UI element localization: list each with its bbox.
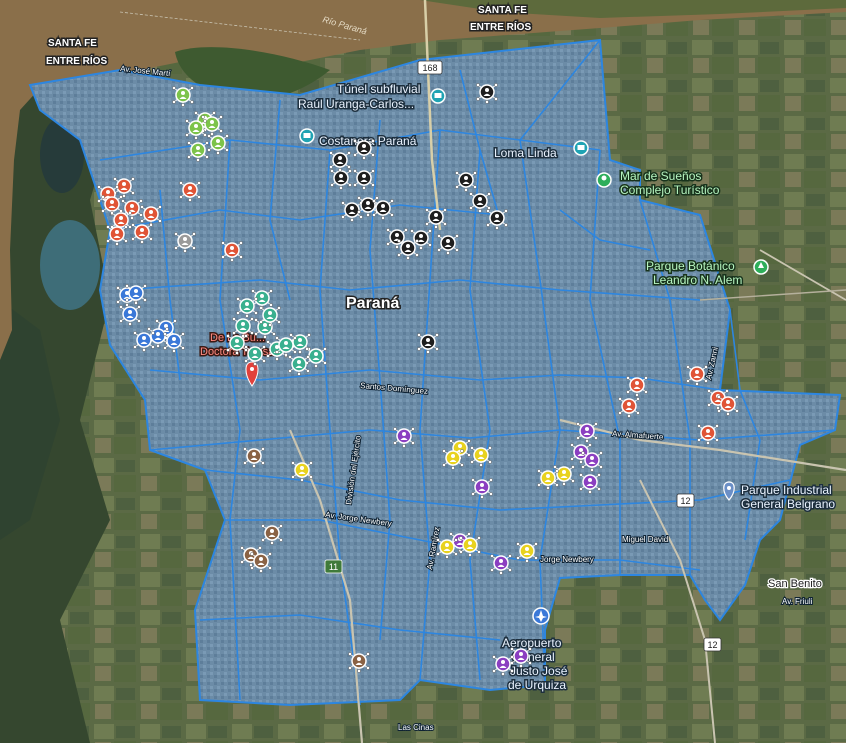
- svg-text:12: 12: [680, 496, 690, 506]
- poi-label-mar-de-suenos-2: Complejo Turístico: [620, 183, 720, 197]
- svg-text:12: 12: [707, 640, 717, 650]
- province-label-entre-rios-west: ENTRE RÍOS: [46, 54, 107, 67]
- street-miguel-david: Miguel David: [622, 535, 668, 544]
- poi-label-aeropuerto-4: de Urquiza: [508, 678, 566, 692]
- poi-label-aeropuerto-3: Justo José: [510, 664, 568, 678]
- province-label-entre-rios: ENTRE RÍOS: [470, 20, 531, 33]
- parque-botanico-poi-icon[interactable]: [753, 259, 769, 275]
- poi-label-mar-de-suenos-1: Mar de Sueños: [620, 169, 701, 183]
- poi-label-parque-industrial-2: General Belgrano: [741, 497, 835, 511]
- costanera-poi-icon[interactable]: [299, 128, 315, 144]
- airport-poi-icon[interactable]: [532, 607, 550, 625]
- poi-label-tunel-line2: Raúl Uranga-Carlos...: [298, 97, 414, 111]
- route-12-shield-south: 12: [703, 637, 722, 652]
- province-label-santa-fe: SANTA FE: [478, 5, 527, 16]
- map-view[interactable]: 168 12 12 11 SANTA FE ENTRE RÍOS SANTA F…: [0, 0, 846, 743]
- poi-label-parque-industrial-1: Parque Industrial: [741, 483, 832, 497]
- street-jorge-newbery: Jorge Newbery: [540, 555, 594, 564]
- poi-label-loma-linda: Loma Linda: [494, 146, 557, 160]
- city-label-parana: Paraná: [346, 295, 399, 312]
- route-11-shield: 11: [324, 559, 343, 574]
- tunnel-poi-icon[interactable]: [430, 88, 446, 104]
- svg-text:168: 168: [422, 63, 437, 73]
- province-label-santa-fe-west: SANTA FE: [48, 38, 97, 49]
- poi-label-parque-botanico-2: Leandro N. Alem: [653, 273, 742, 287]
- loma-linda-poi-icon[interactable]: [573, 140, 589, 156]
- route-168-shield: 168: [417, 60, 443, 75]
- place-label-san-benito: San Benito: [768, 578, 822, 590]
- svg-text:11: 11: [329, 562, 338, 572]
- street-las-cinas: Las Cinas: [398, 723, 434, 732]
- lagoon-west: [40, 220, 100, 310]
- poi-label-tunel-line1: Túnel subfluvial: [337, 82, 420, 96]
- map-canvas[interactable]: 168 12 12 11 SANTA FE ENTRE RÍOS SANTA F…: [0, 0, 846, 743]
- route-12-shield: 12: [676, 493, 695, 508]
- poi-label-parque-botanico-1: Parque Botánico: [646, 259, 735, 273]
- street-av-friuli: Av. Friuli: [782, 597, 813, 606]
- mar-de-suenos-poi-icon[interactable]: [596, 172, 612, 188]
